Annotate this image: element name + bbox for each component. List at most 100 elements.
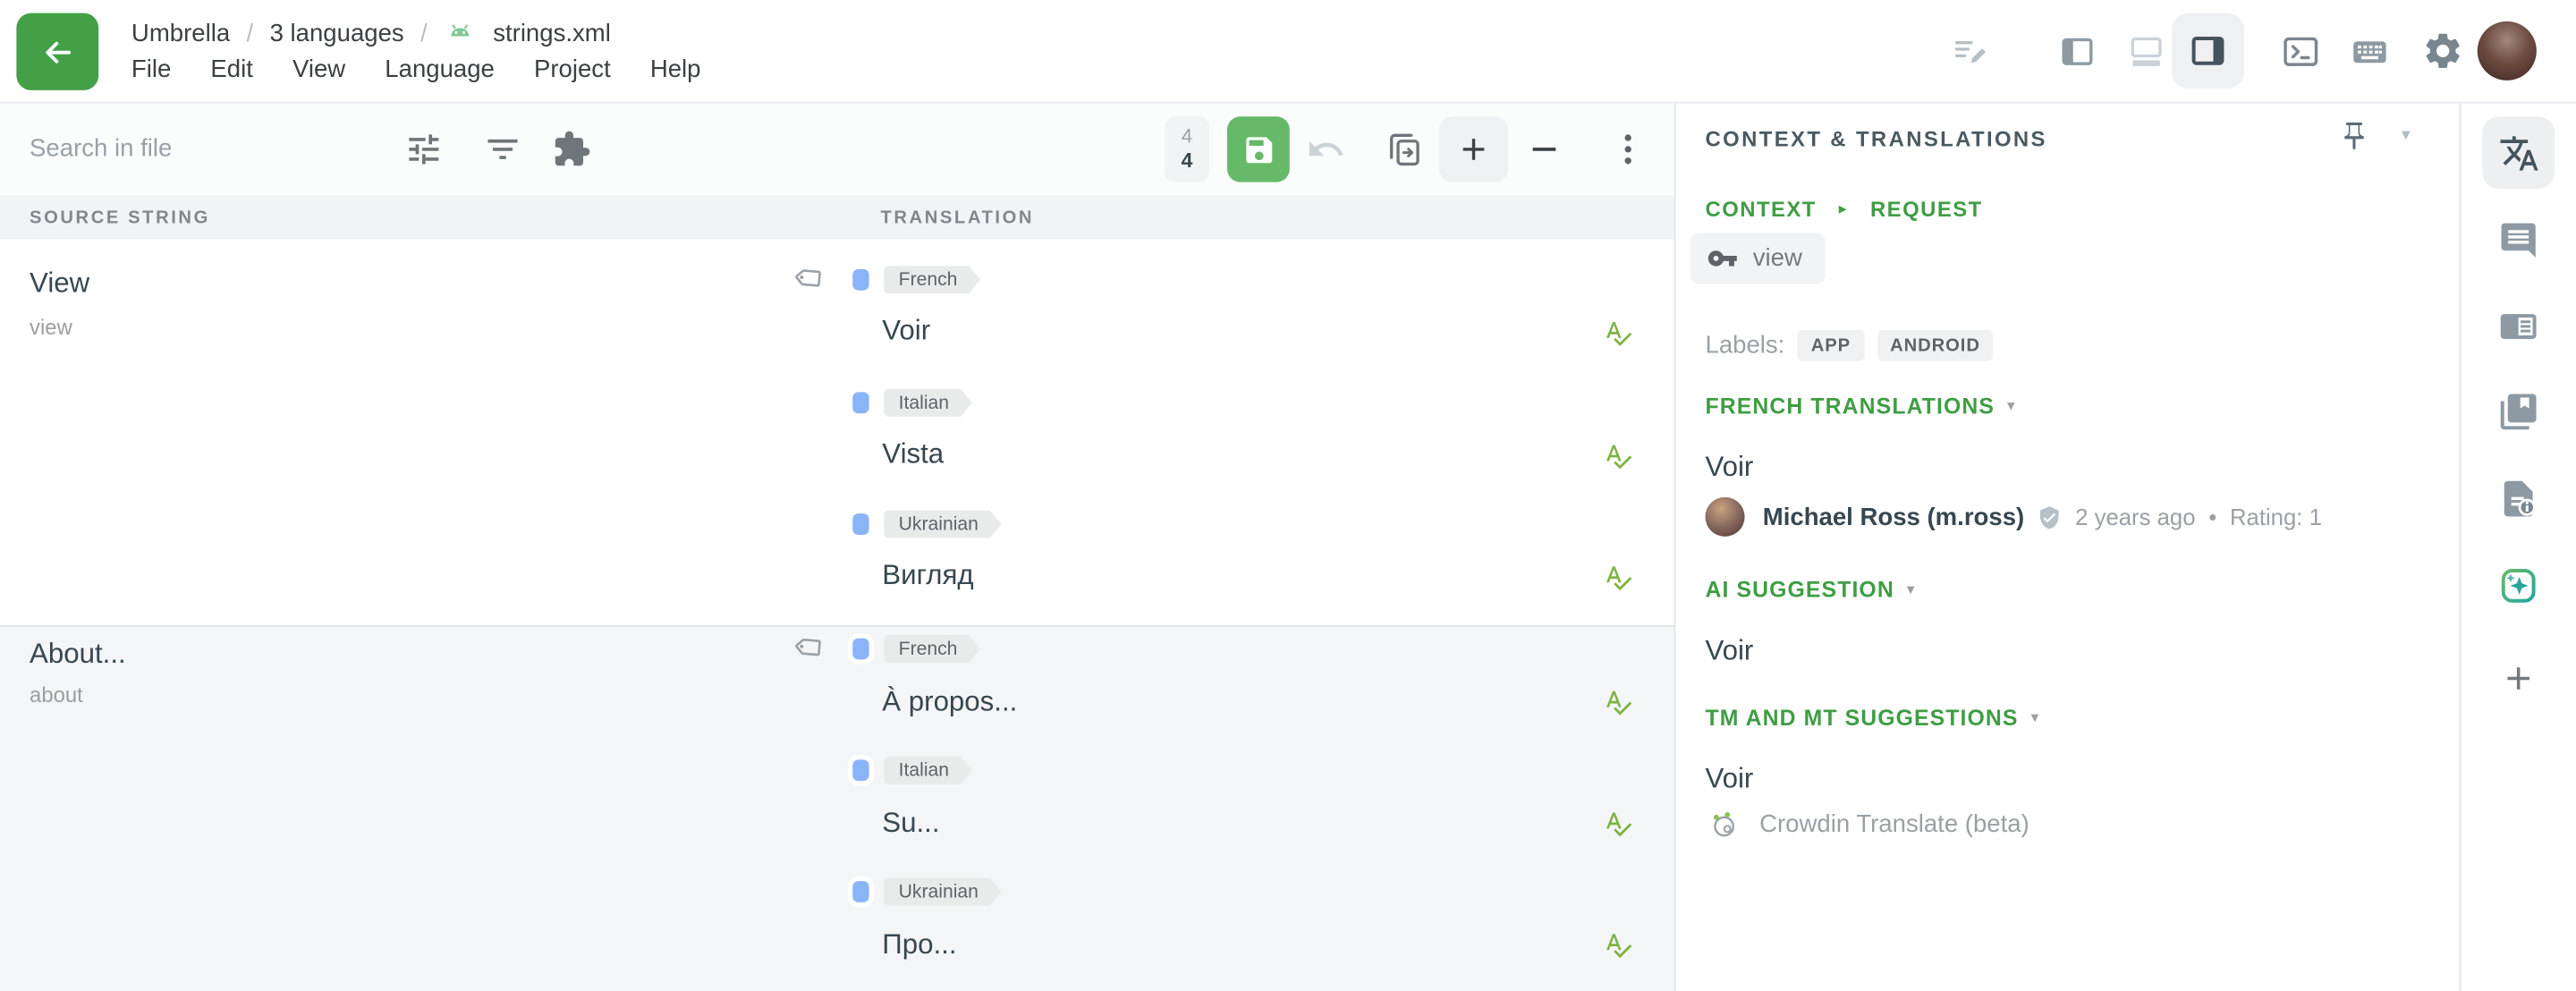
android-icon — [444, 16, 477, 49]
sidebar-ai-button[interactable] — [2497, 564, 2540, 607]
layout-right-panel-button[interactable] — [2172, 13, 2244, 89]
add-string-button[interactable] — [1439, 116, 1508, 182]
author-name[interactable]: Michael Ross (m.ross) — [1763, 503, 2024, 530]
spellcheck-approved-icon[interactable] — [1604, 441, 1633, 470]
spellcheck-approved-icon[interactable] — [1604, 563, 1633, 592]
sidebar-add-button[interactable] — [2500, 659, 2538, 697]
translation-text[interactable]: Voir — [882, 315, 930, 348]
provider-name[interactable]: Crowdin Translate (beta) — [1759, 810, 2029, 838]
breadcrumb-project[interactable]: Umbrella — [131, 19, 230, 47]
back-button[interactable] — [16, 13, 98, 90]
undo-icon[interactable] — [1306, 130, 1345, 169]
sidebar-file-info-button[interactable] — [2497, 478, 2540, 521]
layout-left-panel-icon[interactable] — [2057, 31, 2098, 72]
kebab-menu-icon[interactable] — [1608, 130, 1648, 169]
french-translation-text[interactable]: Voir — [1705, 451, 1753, 484]
labels-caption: Labels: — [1705, 332, 1784, 360]
menu-view[interactable]: View — [292, 55, 345, 83]
tag-icon[interactable] — [797, 264, 825, 292]
menu-bar: File Edit View Language Project Help — [131, 55, 701, 83]
spellcheck-approved-icon[interactable] — [1604, 688, 1633, 717]
source-string-key: view — [30, 315, 72, 340]
minus-icon[interactable] — [1524, 130, 1563, 169]
tune-sliders-icon[interactable] — [404, 130, 444, 169]
translation-text[interactable]: Vista — [882, 438, 944, 471]
section-title-text: TM AND MT SUGGESTIONS — [1705, 706, 2018, 731]
sidebar-comments-button[interactable] — [2498, 220, 2539, 261]
breadcrumb-languages[interactable]: 3 languages — [270, 19, 404, 47]
caret-down-icon: ▼ — [2029, 710, 2043, 725]
add-plus-icon — [2500, 659, 2538, 697]
translation-text[interactable]: Вигляд — [882, 560, 973, 593]
label-badge-app[interactable]: APP — [1798, 330, 1864, 361]
save-button[interactable] — [1227, 116, 1290, 182]
terminal-icon[interactable] — [2280, 31, 2321, 72]
comments-icon — [2498, 220, 2539, 261]
sidebar-translations-button[interactable] — [2482, 116, 2555, 189]
translate-icon — [2498, 132, 2539, 174]
pin-icon[interactable] — [2338, 120, 2371, 153]
menu-language[interactable]: Language — [385, 55, 495, 83]
translation-item-ukrainian[interactable]: Ukrainian Вигляд — [830, 510, 1674, 631]
section-tm-mt-suggestions[interactable]: TM AND MT SUGGESTIONS ▼ — [1705, 706, 2042, 731]
translation-text[interactable]: À propos... — [882, 686, 1017, 719]
source-string-key: about — [30, 682, 83, 707]
language-tag: French — [884, 635, 980, 663]
caret-down-icon: ▼ — [2004, 399, 2019, 414]
tag-icon[interactable] — [797, 633, 825, 661]
string-row-view[interactable]: View view French Voir — [0, 240, 1674, 625]
tab-context[interactable]: CONTEXT — [1705, 197, 1816, 222]
label-badge-android[interactable]: ANDROID — [1877, 330, 1993, 361]
keyboard-icon[interactable] — [2349, 31, 2390, 72]
compose-icon[interactable] — [1952, 31, 1991, 71]
puzzle-plugin-icon[interactable] — [552, 130, 591, 169]
tab-request[interactable]: REQUEST — [1870, 197, 1983, 222]
sidebar-context-card-button[interactable] — [2497, 305, 2540, 348]
panel-caret-down-icon[interactable]: ▼ — [2399, 126, 2413, 142]
section-title-text: FRENCH TRANSLATIONS — [1705, 394, 1995, 419]
translation-item-italian[interactable]: Italian Vista — [830, 389, 1674, 511]
string-row-about[interactable]: About... about French À propos... — [0, 625, 1674, 991]
translation-item-italian[interactable]: Italian Su... — [830, 757, 1674, 878]
string-list: View view French Voir — [0, 240, 1674, 991]
blue-progress-indicator — [852, 881, 869, 902]
source-string-text[interactable]: View — [30, 267, 89, 301]
menu-file[interactable]: File — [131, 55, 171, 83]
language-tag: Italian — [884, 389, 972, 417]
author-avatar[interactable] — [1705, 497, 1744, 537]
string-key-chip[interactable]: view — [1690, 233, 1826, 284]
translation-text[interactable]: Про... — [882, 928, 956, 961]
translation-item-french[interactable]: French À propos... — [830, 635, 1674, 757]
tm-suggestion-text[interactable]: Voir — [1705, 763, 1753, 796]
user-avatar[interactable] — [2478, 21, 2537, 80]
sidebar-glossary-button[interactable] — [2497, 391, 2540, 434]
menu-edit[interactable]: Edit — [210, 55, 252, 83]
filter-icon[interactable] — [483, 130, 522, 169]
section-ai-suggestion[interactable]: AI SUGGESTION▼ — [1705, 578, 1918, 603]
translation-item-french[interactable]: French Voir — [830, 266, 1674, 387]
blue-progress-indicator — [852, 513, 869, 535]
ai-suggestion-text[interactable]: Voir — [1705, 635, 1753, 668]
duplicate-arrow-icon[interactable] — [1385, 130, 1424, 169]
breadcrumb: Umbrella / 3 languages / strings.xml — [131, 16, 611, 49]
layout-bottom-panel-icon[interactable] — [2126, 31, 2167, 72]
breadcrumb-file[interactable]: strings.xml — [493, 19, 611, 47]
spellcheck-approved-icon[interactable] — [1604, 318, 1633, 348]
search-input[interactable] — [30, 104, 375, 194]
blue-progress-indicator — [852, 392, 869, 413]
menu-help[interactable]: Help — [650, 55, 701, 83]
context-panel: CONTEXT & TRANSLATIONS ▼ CONTEXT ► REQUE… — [1674, 104, 2460, 991]
menu-project[interactable]: Project — [534, 55, 611, 83]
string-counter: 4 4 — [1165, 116, 1209, 182]
blue-progress-indicator — [852, 639, 869, 660]
caret-down-icon: ▼ — [1904, 582, 1919, 597]
spellcheck-approved-icon[interactable] — [1604, 930, 1633, 960]
translation-item-ukrainian[interactable]: Ukrainian Про... — [830, 877, 1674, 991]
translation-text[interactable]: Su... — [882, 808, 939, 841]
spellcheck-approved-icon[interactable] — [1604, 809, 1633, 838]
translation-author-row: Michael Ross (m.ross) 2 years ago • Rati… — [1705, 497, 2321, 537]
settings-gear-icon[interactable] — [2421, 30, 2464, 72]
section-french-translations[interactable]: FRENCH TRANSLATIONS ▼ — [1705, 394, 2018, 419]
source-string-text[interactable]: About... — [30, 639, 126, 672]
context-tabs: CONTEXT ► REQUEST — [1705, 197, 1982, 222]
